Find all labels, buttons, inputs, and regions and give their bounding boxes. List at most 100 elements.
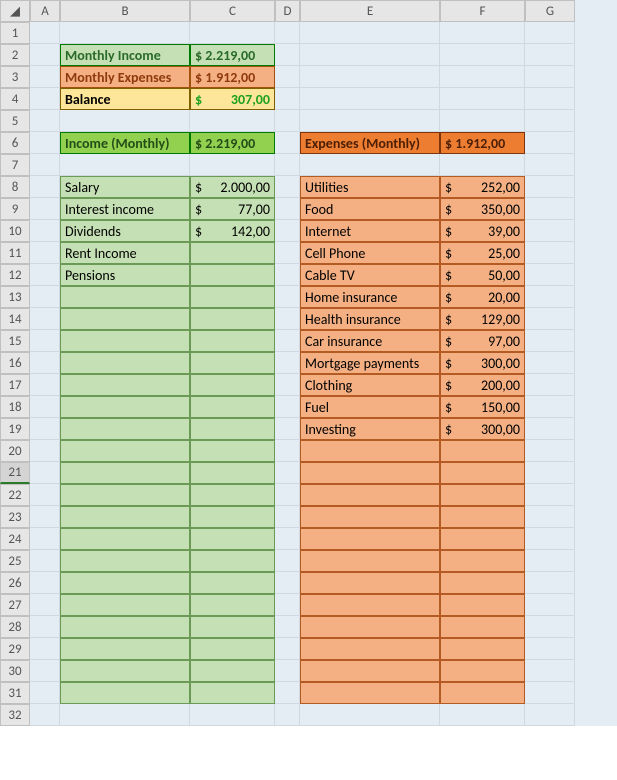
cell-A19[interactable] bbox=[30, 418, 60, 440]
cell-F4[interactable] bbox=[440, 88, 525, 110]
cell-B32[interactable] bbox=[60, 704, 190, 726]
income-item-amount[interactable] bbox=[190, 374, 275, 396]
cell-D28[interactable] bbox=[275, 616, 300, 638]
expense-item-amount[interactable] bbox=[440, 660, 525, 682]
cell-A6[interactable] bbox=[30, 132, 60, 154]
cell-E5[interactable] bbox=[300, 110, 440, 132]
income-item-amount[interactable] bbox=[190, 330, 275, 352]
cell-A4[interactable] bbox=[30, 88, 60, 110]
expense-item-amount[interactable]: $300,00 bbox=[440, 418, 525, 440]
cell-E28[interactable] bbox=[300, 616, 440, 638]
row-header-1[interactable]: 1 bbox=[0, 22, 30, 44]
col-header-G[interactable]: G bbox=[525, 0, 575, 22]
cell-G6[interactable] bbox=[525, 132, 575, 154]
cell-B7[interactable] bbox=[60, 154, 190, 176]
row-header-15[interactable]: 15 bbox=[0, 330, 30, 352]
row-header-7[interactable]: 7 bbox=[0, 154, 30, 176]
cell-G18[interactable] bbox=[525, 396, 575, 418]
row-header-24[interactable]: 24 bbox=[0, 528, 30, 550]
row-header-4[interactable]: 4 bbox=[0, 88, 30, 110]
cell-B4[interactable]: Balance bbox=[60, 88, 190, 110]
expense-item-amount[interactable] bbox=[440, 616, 525, 638]
cell-G30[interactable] bbox=[525, 660, 575, 682]
row-header-21[interactable]: 21 bbox=[0, 462, 30, 484]
cell-G1[interactable] bbox=[525, 22, 575, 44]
cell-G25[interactable] bbox=[525, 550, 575, 572]
cell-E22[interactable] bbox=[300, 484, 440, 506]
cell-A26[interactable] bbox=[30, 572, 60, 594]
cell-F3[interactable] bbox=[440, 66, 525, 88]
cell-G8[interactable] bbox=[525, 176, 575, 198]
cell-B8[interactable]: Salary bbox=[60, 176, 190, 198]
row-header-17[interactable]: 17 bbox=[0, 374, 30, 396]
expense-item-amount[interactable]: $300,00 bbox=[440, 352, 525, 374]
balance-value[interactable]: $307,00 bbox=[190, 88, 275, 110]
cell-A20[interactable] bbox=[30, 440, 60, 462]
cell-D4[interactable] bbox=[275, 88, 300, 110]
cell-D1[interactable] bbox=[275, 22, 300, 44]
cell-B10[interactable]: Dividends bbox=[60, 220, 190, 242]
cell-A18[interactable] bbox=[30, 396, 60, 418]
expense-item-amount[interactable] bbox=[440, 638, 525, 660]
cell-D2[interactable] bbox=[275, 44, 300, 66]
cell-A16[interactable] bbox=[30, 352, 60, 374]
income-item-amount[interactable] bbox=[190, 550, 275, 572]
cell-A10[interactable] bbox=[30, 220, 60, 242]
income-item-amount[interactable] bbox=[190, 418, 275, 440]
cell-G29[interactable] bbox=[525, 638, 575, 660]
cell-C3[interactable]: $ 1.912,00 bbox=[190, 66, 275, 88]
cell-A28[interactable] bbox=[30, 616, 60, 638]
income-item-amount[interactable]: $142,00 bbox=[190, 220, 275, 242]
row-header-2[interactable]: 2 bbox=[0, 44, 30, 66]
income-item-amount[interactable]: $77,00 bbox=[190, 198, 275, 220]
cell-G10[interactable] bbox=[525, 220, 575, 242]
cell-E4[interactable] bbox=[300, 88, 440, 110]
cell-D5[interactable] bbox=[275, 110, 300, 132]
cell-D20[interactable] bbox=[275, 440, 300, 462]
cell-F2[interactable] bbox=[440, 44, 525, 66]
cell-E6[interactable]: Expenses (Monthly) bbox=[300, 132, 440, 154]
row-header-25[interactable]: 25 bbox=[0, 550, 30, 572]
income-item-amount[interactable] bbox=[190, 286, 275, 308]
cell-D10[interactable] bbox=[275, 220, 300, 242]
cell-B23[interactable] bbox=[60, 506, 190, 528]
cell-E24[interactable] bbox=[300, 528, 440, 550]
cell-B3[interactable]: Monthly Expenses bbox=[60, 66, 190, 88]
row-header-23[interactable]: 23 bbox=[0, 506, 30, 528]
cell-F7[interactable] bbox=[440, 154, 525, 176]
cell-A7[interactable] bbox=[30, 154, 60, 176]
expense-item-amount[interactable]: $39,00 bbox=[440, 220, 525, 242]
income-item-amount[interactable] bbox=[190, 352, 275, 374]
cell-G28[interactable] bbox=[525, 616, 575, 638]
cell-B18[interactable] bbox=[60, 396, 190, 418]
row-header-30[interactable]: 30 bbox=[0, 660, 30, 682]
col-header-D[interactable]: D bbox=[275, 0, 300, 22]
cell-D30[interactable] bbox=[275, 660, 300, 682]
cell-D32[interactable] bbox=[275, 704, 300, 726]
cell-B21[interactable] bbox=[60, 462, 190, 484]
expense-item-amount[interactable]: $129,00 bbox=[440, 308, 525, 330]
cell-G26[interactable] bbox=[525, 572, 575, 594]
row-header-26[interactable]: 26 bbox=[0, 572, 30, 594]
row-header-22[interactable]: 22 bbox=[0, 484, 30, 506]
cell-G21[interactable] bbox=[525, 462, 575, 484]
expense-item-amount[interactable]: $200,00 bbox=[440, 374, 525, 396]
income-item-amount[interactable] bbox=[190, 484, 275, 506]
income-item-amount[interactable] bbox=[190, 462, 275, 484]
income-item-amount[interactable] bbox=[190, 682, 275, 704]
income-item-amount[interactable] bbox=[190, 638, 275, 660]
expense-item-amount[interactable] bbox=[440, 506, 525, 528]
cell-D22[interactable] bbox=[275, 484, 300, 506]
cell-C6[interactable]: $ 2.219,00 bbox=[190, 132, 275, 154]
cell-D26[interactable] bbox=[275, 572, 300, 594]
cell-B15[interactable] bbox=[60, 330, 190, 352]
cell-D12[interactable] bbox=[275, 264, 300, 286]
cell-D18[interactable] bbox=[275, 396, 300, 418]
income-item-amount[interactable] bbox=[190, 242, 275, 264]
cell-A11[interactable] bbox=[30, 242, 60, 264]
row-header-9[interactable]: 9 bbox=[0, 198, 30, 220]
cell-E31[interactable] bbox=[300, 682, 440, 704]
income-item-amount[interactable] bbox=[190, 572, 275, 594]
cell-E16[interactable]: Mortgage payments bbox=[300, 352, 440, 374]
expense-item-amount[interactable]: $25,00 bbox=[440, 242, 525, 264]
